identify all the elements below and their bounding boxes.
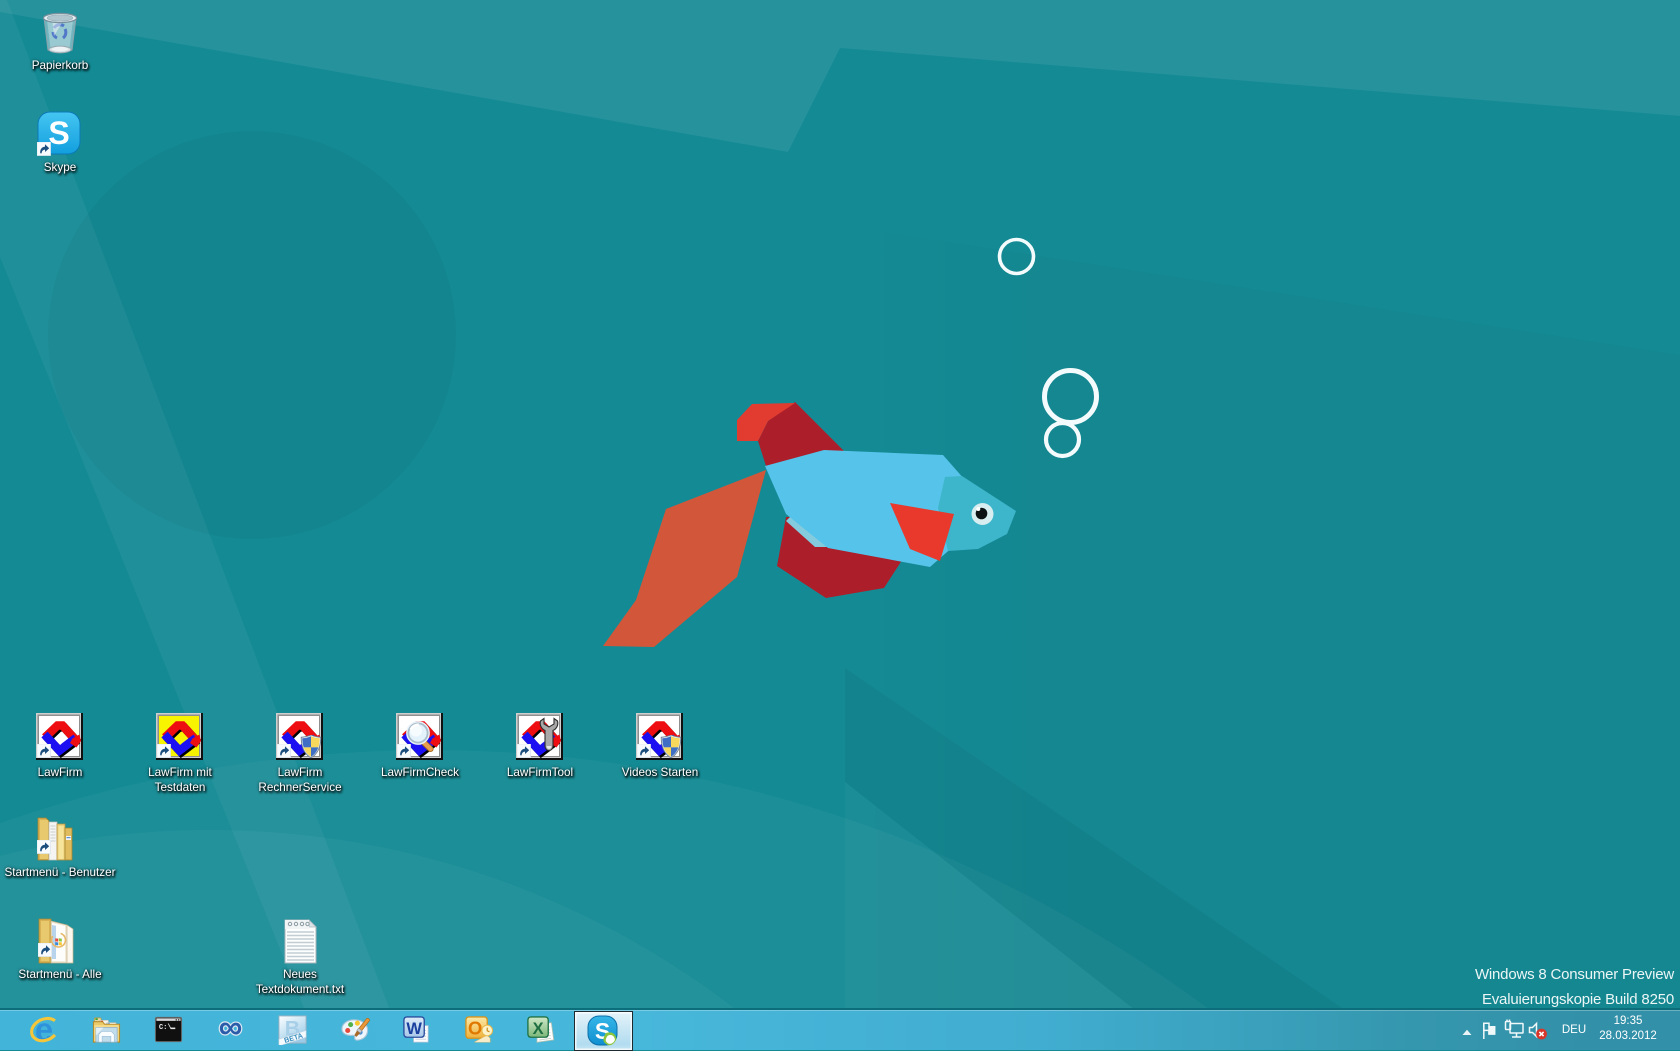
svg-text:X: X bbox=[533, 1020, 544, 1038]
svg-text:O: O bbox=[468, 1017, 482, 1038]
svg-text:W: W bbox=[406, 1020, 422, 1038]
svg-text:∞: ∞ bbox=[219, 1014, 242, 1045]
svg-text:S: S bbox=[48, 115, 69, 151]
